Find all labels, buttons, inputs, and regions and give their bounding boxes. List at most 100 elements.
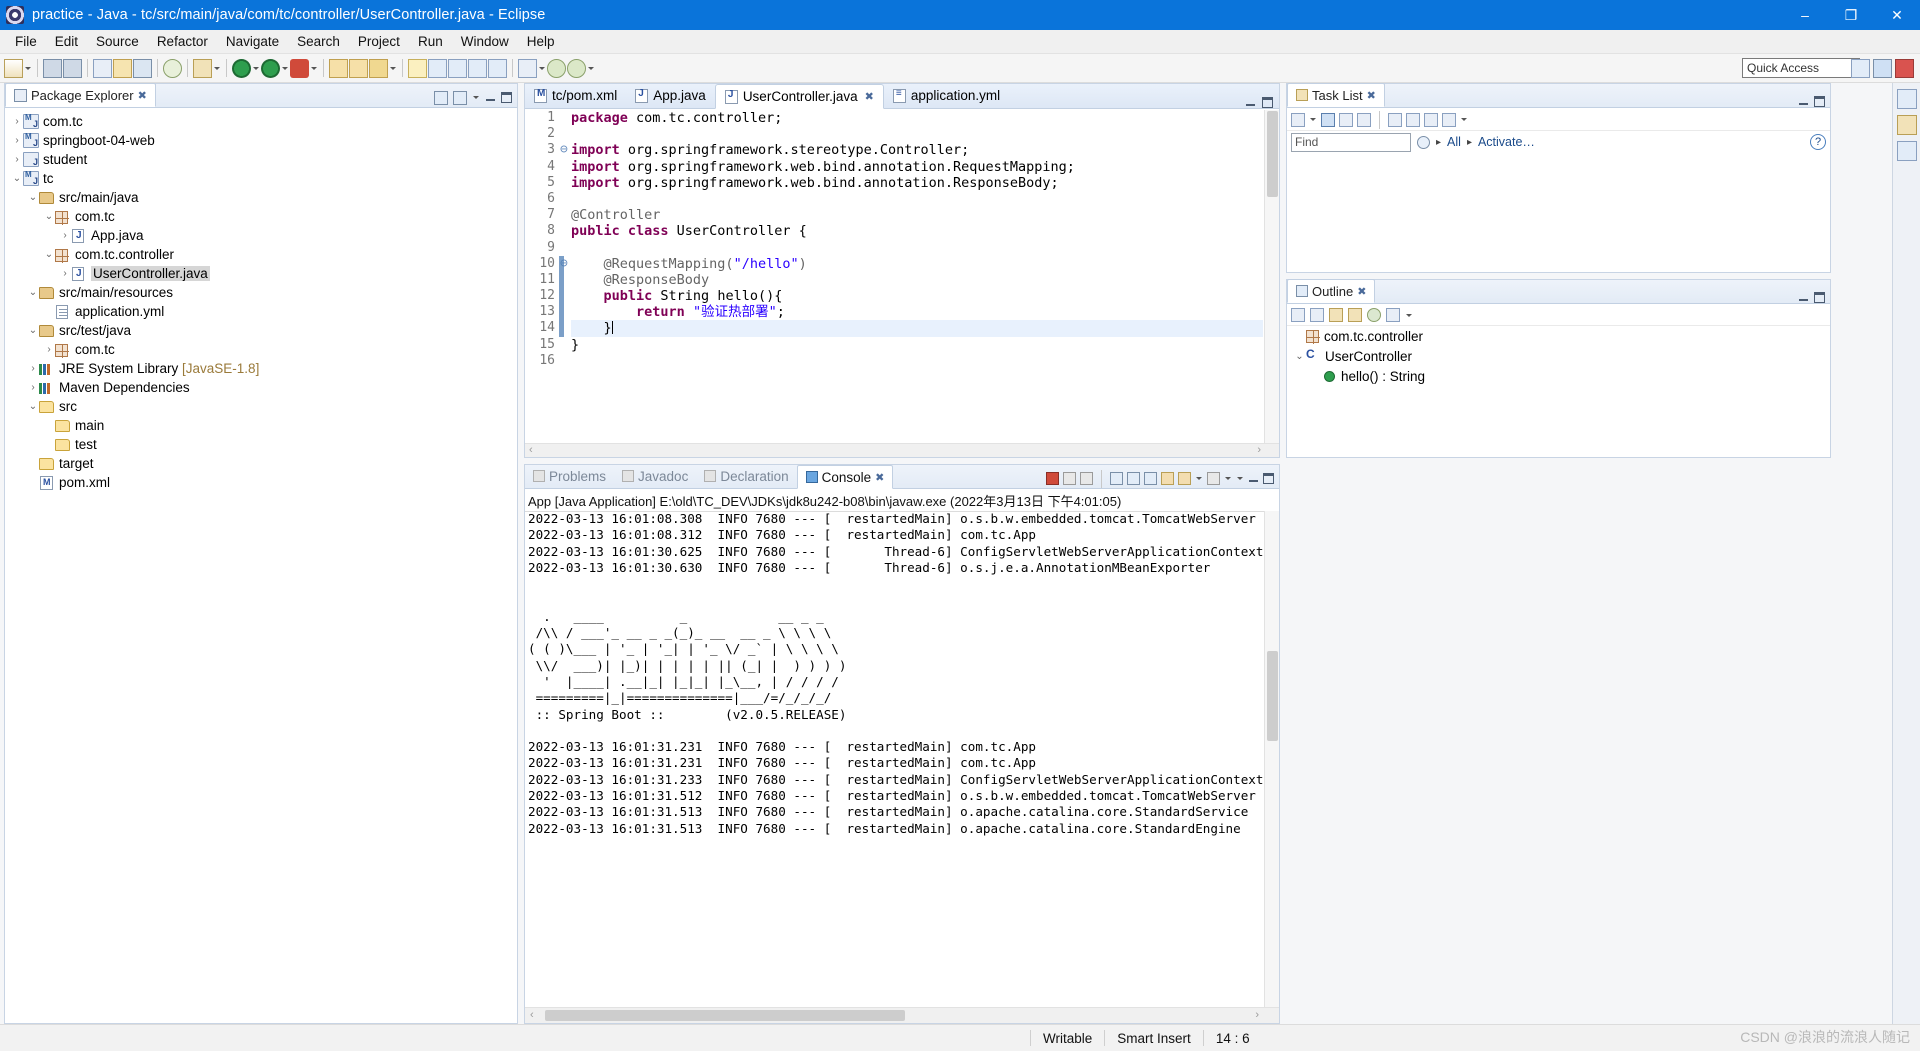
pin-editor-icon[interactable] <box>488 58 507 78</box>
code-line[interactable]: } <box>571 320 1263 337</box>
run-external-icon[interactable] <box>290 58 309 78</box>
open-console-icon[interactable] <box>1207 472 1220 485</box>
search-icon[interactable] <box>1417 135 1430 149</box>
tree-item[interactable]: › App.java <box>5 226 517 245</box>
open-console-dropdown-icon[interactable] <box>1224 469 1232 488</box>
last-edit-dropdown-icon[interactable] <box>538 59 546 78</box>
collapse-all-icon[interactable] <box>1291 308 1305 322</box>
outline-view-menu-icon[interactable] <box>1405 306 1413 325</box>
external-tools-dropdown-icon[interactable] <box>213 59 221 78</box>
code-line[interactable]: import org.springframework.web.bind.anno… <box>571 159 1263 175</box>
chevron-right-icon[interactable]: › <box>27 363 39 374</box>
chevron-right-icon[interactable]: › <box>27 382 39 393</box>
hide-nonpublic-icon[interactable] <box>1367 308 1381 322</box>
menu-navigate[interactable]: Navigate <box>217 32 288 51</box>
code-line[interactable]: } <box>571 337 1263 353</box>
last-edit-location-icon[interactable] <box>518 58 537 78</box>
code-line[interactable]: @RequestMapping("/hello") <box>571 256 1263 272</box>
hide-fields-icon[interactable] <box>1329 308 1343 322</box>
display-selected-console-icon[interactable] <box>1178 472 1191 485</box>
close-button[interactable]: ✕ <box>1874 0 1920 30</box>
menu-edit[interactable]: Edit <box>46 32 87 51</box>
package-explorer-tree[interactable]: › com.tc › springboot-04-web › student ⌄ tc ⌄ src… <box>5 109 517 1023</box>
new-class-dropdown-icon[interactable] <box>389 59 397 78</box>
run-external-dropdown-icon[interactable] <box>310 59 318 78</box>
help-icon[interactable]: ? <box>1810 134 1826 150</box>
maximize-icon[interactable] <box>1814 96 1825 107</box>
search-icon[interactable] <box>163 58 182 78</box>
remove-all-terminated-icon[interactable] <box>1080 472 1093 485</box>
toggle-mark-occurrences-icon[interactable] <box>408 58 427 78</box>
hide-static-icon[interactable] <box>1348 308 1362 322</box>
toggle-ruler-icon[interactable] <box>428 58 447 78</box>
run-dropdown-icon[interactable] <box>281 59 289 78</box>
minimize-icon[interactable] <box>1245 97 1256 108</box>
console-tab[interactable]: Declaration <box>696 464 796 488</box>
scroll-left-icon[interactable]: ‹ <box>530 1009 534 1021</box>
tree-item[interactable]: test <box>5 435 517 454</box>
code-line[interactable]: package com.tc.controller; <box>571 110 1263 126</box>
tab-outline[interactable]: Outline ✖ <box>1287 279 1376 303</box>
synchronize-icon[interactable] <box>1388 112 1402 127</box>
chevron-down-icon[interactable]: ⌄ <box>27 287 39 298</box>
skip-breakpoints-icon[interactable] <box>448 58 467 78</box>
maximize-icon[interactable] <box>1263 473 1274 484</box>
remove-launch-icon[interactable] <box>1063 472 1076 485</box>
chevron-right-icon[interactable]: › <box>11 154 23 165</box>
console-tab[interactable]: Problems <box>525 464 614 488</box>
console-output[interactable]: 2022-03-13 16:01:08.308 INFO 7680 --- [ … <box>528 511 1263 1007</box>
task-list-view-menu-icon[interactable] <box>1460 110 1468 129</box>
collapse-all-icon[interactable] <box>1424 112 1438 127</box>
scroll-right-icon[interactable]: › <box>1257 444 1261 456</box>
external-tools-icon[interactable] <box>193 58 212 78</box>
menu-refactor[interactable]: Refactor <box>148 32 217 51</box>
console-tab[interactable]: Javadoc <box>614 464 696 488</box>
tree-item[interactable]: › student <box>5 150 517 169</box>
forward-dropdown-icon[interactable] <box>587 59 595 78</box>
chevron-down-icon[interactable]: ⌄ <box>27 192 39 203</box>
view-menu-icon[interactable] <box>472 88 480 107</box>
save-all-icon[interactable] <box>63 58 82 78</box>
tree-item[interactable]: › UserController.java <box>5 264 517 283</box>
code-line[interactable]: public String hello(){ <box>571 288 1263 304</box>
chevron-right-icon[interactable]: › <box>11 135 23 146</box>
close-icon[interactable]: ✖ <box>138 89 147 102</box>
maximize-icon[interactable] <box>1262 97 1273 108</box>
tree-item[interactable]: › springboot-04-web <box>5 131 517 150</box>
menu-window[interactable]: Window <box>452 32 518 51</box>
save-icon[interactable] <box>43 58 62 78</box>
menu-file[interactable]: File <box>6 32 46 51</box>
editor-vertical-scroll-thumb[interactable] <box>1267 111 1278 197</box>
console-tab[interactable]: Console ✖ <box>796 465 894 489</box>
debug-dropdown-icon[interactable] <box>252 59 260 78</box>
maximize-icon[interactable] <box>501 92 512 103</box>
sort-icon[interactable] <box>1310 308 1324 322</box>
back-icon[interactable] <box>547 58 566 78</box>
presentation-icon[interactable] <box>1357 112 1371 127</box>
tree-item[interactable]: application.yml <box>5 302 517 321</box>
menu-search[interactable]: Search <box>288 32 349 51</box>
tree-item[interactable]: › com.tc <box>5 112 517 131</box>
code-line[interactable]: @Controller <box>571 207 1263 223</box>
filter-icon[interactable] <box>1406 112 1420 127</box>
tree-item[interactable]: ⌄ com.tc <box>5 207 517 226</box>
menu-source[interactable]: Source <box>87 32 148 51</box>
maximize-icon[interactable] <box>1814 292 1825 303</box>
task-filter-all[interactable]: All <box>1447 135 1461 149</box>
maximize-button[interactable]: ❐ <box>1828 0 1874 30</box>
tree-item[interactable]: main <box>5 416 517 435</box>
link-with-editor-icon[interactable] <box>453 90 467 105</box>
code-text-area[interactable]: package com.tc.controller; import org.sp… <box>571 110 1263 443</box>
menu-run[interactable]: Run <box>409 32 452 51</box>
new-task-icon[interactable] <box>1291 112 1305 127</box>
task-find-input[interactable]: Find <box>1291 132 1411 152</box>
tree-item[interactable]: ⌄ src/test/java <box>5 321 517 340</box>
chevron-right-icon[interactable]: ▸ <box>1436 137 1441 148</box>
collapse-all-icon[interactable] <box>434 90 448 105</box>
tree-item[interactable]: ⌄ src/main/resources <box>5 283 517 302</box>
chevron-right-icon[interactable]: › <box>43 344 55 355</box>
console-vertical-scroll-thumb[interactable] <box>1267 651 1278 741</box>
minimize-icon[interactable] <box>485 92 496 103</box>
tree-item[interactable]: target <box>5 454 517 473</box>
chevron-down-icon[interactable]: ⌄ <box>43 249 55 260</box>
